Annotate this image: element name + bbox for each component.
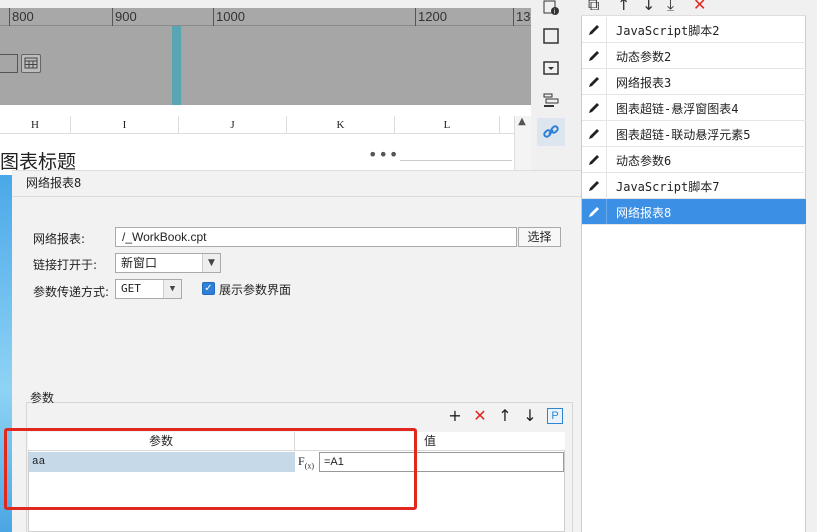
ruler-tick bbox=[415, 8, 416, 26]
list-item-label: 动态参数6 bbox=[616, 154, 672, 168]
select-button[interactable]: 选择 bbox=[518, 227, 561, 247]
param-method-label: 参数传递方式: bbox=[33, 285, 110, 299]
hyperlink-list-toolbar: ⧉ ↑ ↓ ⤓ ✕ bbox=[581, 0, 806, 16]
widget-toolbar: i bbox=[531, 0, 570, 170]
arrow-up-icon[interactable]: ↑ bbox=[617, 0, 630, 14]
highlight-annotation bbox=[4, 428, 417, 510]
pencil-icon[interactable] bbox=[582, 95, 607, 120]
params-section-label: 参数 bbox=[30, 391, 55, 405]
pencil-icon[interactable] bbox=[582, 121, 607, 146]
add-icon[interactable]: + bbox=[446, 407, 464, 425]
pencil-icon[interactable] bbox=[582, 173, 607, 198]
dropdown-box-icon[interactable] bbox=[537, 54, 565, 82]
list-item-label: 动态参数2 bbox=[616, 50, 672, 64]
ruler-tick bbox=[213, 8, 214, 26]
sort-down-icon[interactable]: ⤓ bbox=[667, 0, 674, 14]
ruler-tick bbox=[9, 8, 10, 26]
list-item[interactable]: 图表超链-联动悬浮元素5 bbox=[582, 121, 806, 147]
chevron-down-icon[interactable]: ▼ bbox=[163, 280, 181, 298]
list-item-label: 网络报表3 bbox=[616, 76, 672, 90]
list-item-label: 网络报表8 bbox=[616, 206, 672, 220]
layer-stack-icon[interactable] bbox=[537, 86, 565, 114]
parameter-panel-icon[interactable]: P bbox=[547, 408, 563, 424]
panel-title: 网络报表8 bbox=[26, 176, 82, 190]
show-params-label: 展示参数界面 bbox=[219, 283, 292, 297]
open-in-select[interactable]: 新窗口 ▼ bbox=[115, 253, 221, 273]
list-item[interactable]: 网络报表3 bbox=[582, 69, 806, 95]
param-method-value: GET bbox=[121, 282, 141, 295]
canvas-widget-input[interactable] bbox=[0, 54, 18, 73]
report-path-input[interactable]: /_WorkBook.cpt bbox=[115, 227, 517, 247]
link-icon[interactable] bbox=[537, 118, 565, 146]
rectangle-icon[interactable] bbox=[537, 22, 565, 50]
delete-icon[interactable]: ✕ bbox=[471, 407, 489, 425]
open-in-value: 新窗口 bbox=[121, 256, 158, 270]
ruler-label: 13 bbox=[516, 9, 531, 24]
list-item[interactable]: 动态参数6 bbox=[582, 147, 806, 173]
divider bbox=[12, 196, 581, 197]
ruler-label: 1000 bbox=[216, 9, 245, 24]
list-item-label: 图表超链-悬浮窗图表4 bbox=[616, 102, 739, 116]
info-icon[interactable]: i bbox=[537, 0, 565, 22]
chevron-down-icon[interactable]: ▼ bbox=[202, 254, 220, 272]
list-item-label: 图表超链-联动悬浮元素5 bbox=[616, 128, 751, 142]
ruler-label: 1200 bbox=[418, 9, 447, 24]
column-header: H I J K L bbox=[0, 116, 514, 134]
list-item[interactable]: 图表超链-悬浮窗图表4 bbox=[582, 95, 806, 121]
ruler-label: 900 bbox=[115, 9, 137, 24]
arrow-down-icon[interactable]: ↓ bbox=[642, 0, 655, 14]
chart-divider bbox=[400, 160, 512, 161]
table-widget-icon[interactable] bbox=[21, 54, 41, 73]
canvas-selection-marker bbox=[172, 26, 181, 105]
list-item-label: JavaScript脚本2 bbox=[616, 24, 720, 38]
arrow-down-icon[interactable]: ↓ bbox=[521, 407, 539, 425]
column-header-k[interactable]: K bbox=[287, 116, 395, 134]
pencil-icon[interactable] bbox=[582, 17, 607, 42]
copy-icon[interactable]: ⧉ bbox=[588, 0, 599, 14]
horizontal-ruler: 800 900 1000 1200 13 bbox=[0, 8, 531, 26]
list-item[interactable]: JavaScript脚本2 bbox=[582, 17, 806, 43]
pencil-icon[interactable] bbox=[582, 43, 607, 68]
pencil-icon[interactable] bbox=[582, 147, 607, 172]
param-method-select[interactable]: GET ▼ bbox=[115, 279, 182, 299]
column-header-j[interactable]: J bbox=[179, 116, 287, 134]
pencil-icon[interactable] bbox=[582, 69, 607, 94]
column-header-h[interactable]: H bbox=[0, 116, 71, 134]
column-header-i[interactable]: I bbox=[71, 116, 179, 134]
list-item[interactable]: JavaScript脚本7 bbox=[582, 173, 806, 199]
open-in-label: 链接打开于: bbox=[33, 258, 98, 272]
more-horizontal-icon[interactable]: ••• bbox=[368, 145, 399, 164]
list-item-selected[interactable]: 网络报表8 bbox=[582, 199, 806, 225]
list-item[interactable]: 动态参数2 bbox=[582, 43, 806, 69]
pencil-icon[interactable] bbox=[582, 199, 607, 224]
ruler-tick bbox=[112, 8, 113, 26]
ruler-tick bbox=[513, 8, 514, 26]
delete-icon[interactable]: ✕ bbox=[693, 0, 706, 14]
show-params-checkbox[interactable]: ✓ bbox=[202, 282, 215, 295]
ruler-label: 800 bbox=[12, 9, 34, 24]
column-header-l[interactable]: L bbox=[395, 116, 500, 134]
list-item-label: JavaScript脚本7 bbox=[616, 180, 720, 194]
arrow-up-icon[interactable]: ↑ bbox=[496, 407, 514, 425]
design-canvas[interactable] bbox=[0, 26, 531, 105]
scroll-up-icon[interactable]: ▲ bbox=[516, 116, 528, 130]
report-label: 网络报表: bbox=[33, 232, 86, 246]
